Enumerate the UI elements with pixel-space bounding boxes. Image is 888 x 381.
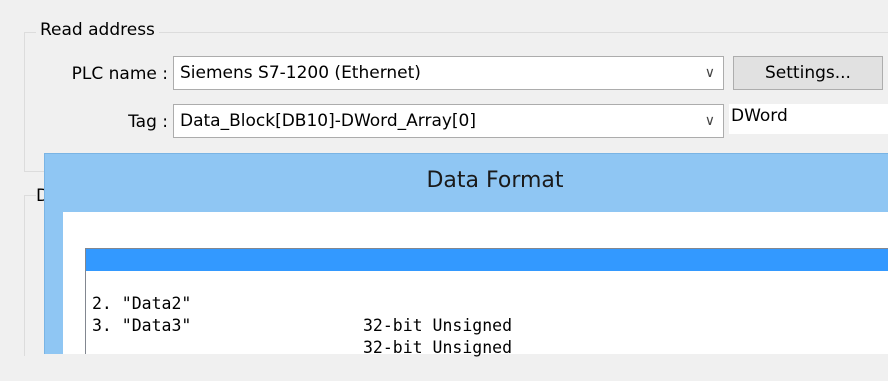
data-format-list[interactable]: 1. "Data1" String [Size : 6 word(s)] 2. … [85, 248, 888, 357]
tag-combobox[interactable]: Data_Block[DB10]-DWord_Array[0] ∨ [173, 104, 724, 138]
list-item[interactable]: 3. "Data3" 32-bit Unsigned [86, 293, 888, 357]
list-item[interactable]: 2. "Data2" 32-bit Unsigned [86, 271, 888, 335]
tag-value: Data_Block[DB10]-DWord_Array[0] [180, 111, 477, 131]
chevron-down-icon[interactable]: ∨ [705, 105, 715, 137]
item-name: 3. "Data3" [92, 316, 192, 335]
list-item[interactable]: 1. "Data1" String [Size : 6 word(s)] [86, 249, 888, 313]
item-format: 32-bit Unsigned [363, 338, 513, 357]
read-address-group [24, 32, 888, 172]
data-type-field: DWord [729, 104, 888, 134]
dialog-title: Data Format [426, 168, 564, 193]
chevron-down-icon[interactable]: ∨ [705, 57, 715, 89]
plc-name-label: PLC name : [71, 64, 168, 84]
settings-button[interactable]: Settings... [733, 56, 883, 90]
dialog-body: 1. "Data1" String [Size : 6 word(s)] 2. … [63, 212, 888, 357]
plc-name-combobox[interactable]: Siemens S7-1200 (Ethernet) ∨ [173, 56, 724, 90]
item-format: 32-bit Unsigned [363, 316, 513, 335]
data-format-dialog: Data Format 1. "Data1" String [Size : 6 … [44, 153, 888, 357]
plc-name-value: Siemens S7-1200 (Ethernet) [180, 63, 421, 83]
read-address-title: Read address [36, 20, 159, 40]
tag-label: Tag : [128, 112, 168, 132]
